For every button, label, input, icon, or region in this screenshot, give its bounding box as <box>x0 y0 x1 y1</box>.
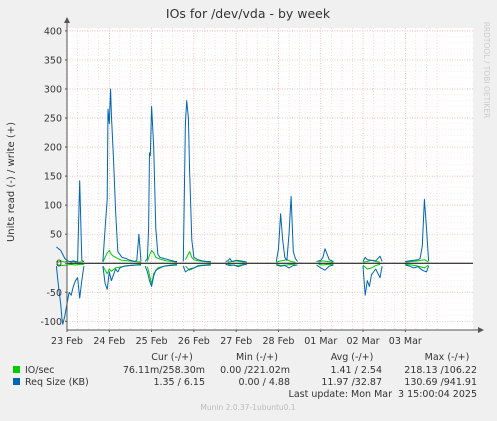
x-tick-label: 02 Mar <box>347 336 380 347</box>
legend-name-io: IO/sec <box>25 365 55 376</box>
side-label: RRDTOOL / TOBI OETIKER <box>482 22 491 119</box>
legend-max-req: 130.69 /941.91 <box>404 377 477 388</box>
legend-header-cur: Cur (-/+) <box>151 352 193 363</box>
legend-cur-req: 1.35 / 6.15 <box>153 377 205 388</box>
x-tick-label: 27 Feb <box>220 336 252 347</box>
y-tick-label: 250 <box>44 114 62 125</box>
x-tick-label: 24 Feb <box>93 336 125 347</box>
legend-avg-req: 11.97 /32.87 <box>321 377 382 388</box>
y-tick-label: -50 <box>46 288 62 299</box>
x-tick-label: 01 Mar <box>304 336 337 347</box>
x-tick-label: 25 Feb <box>136 336 168 347</box>
y-tick-label: -100 <box>40 317 62 328</box>
legend-min-io: 0.00 /221.02m <box>220 365 290 376</box>
y-tick-label: 350 <box>44 55 62 66</box>
legend-avg-io: 1.41 / 2.54 <box>330 365 382 376</box>
x-tick-label: 26 Feb <box>178 336 210 347</box>
legend-min-req: 0.00 / 4.88 <box>238 377 290 388</box>
y-tick-label: 300 <box>44 84 62 95</box>
legend-header-max: Max (-/+) <box>425 352 470 363</box>
y-tick-label: 50 <box>50 230 62 241</box>
last-update: Last update: Mon Mar 3 15:00:04 2025 <box>289 389 477 400</box>
chart-svg: -100 -50 0 50 100 150 200 250 300 350 400 23 Feb 24… <box>0 0 497 417</box>
x-tick-label: 23 Feb <box>51 336 83 347</box>
x-tick-label: 03 Mar <box>389 336 422 347</box>
legend-name-req: Req Size (KB) <box>25 377 89 388</box>
legend-header-avg: Avg (-/+) <box>331 352 374 363</box>
munin-chart: -100 -50 0 50 100 150 200 250 300 350 400 23 Feb 24… <box>0 0 497 417</box>
y-tick-label: 100 <box>44 201 62 212</box>
y-tick-label: 150 <box>44 172 62 183</box>
footer-version: Munin 2.0.37-1ubuntu0.1 <box>200 403 295 412</box>
legend-header-min: Min (-/+) <box>236 352 278 363</box>
legend-cur-io: 76.11m/258.30m <box>123 365 205 376</box>
y-axis-label: Units read (-) / write (+) <box>6 122 17 242</box>
legend-swatch-io <box>13 366 20 373</box>
chart-title: IOs for /dev/vda - by week <box>166 6 331 21</box>
y-tick-label: 0 <box>56 259 62 270</box>
x-tick-label: 28 Feb <box>262 336 294 347</box>
plot-area <box>67 28 473 330</box>
y-tick-label: 200 <box>44 143 62 154</box>
y-tick-label: 400 <box>44 26 62 37</box>
legend-swatch-req <box>13 378 20 385</box>
legend-max-io: 218.13 /106.22 <box>404 365 477 376</box>
